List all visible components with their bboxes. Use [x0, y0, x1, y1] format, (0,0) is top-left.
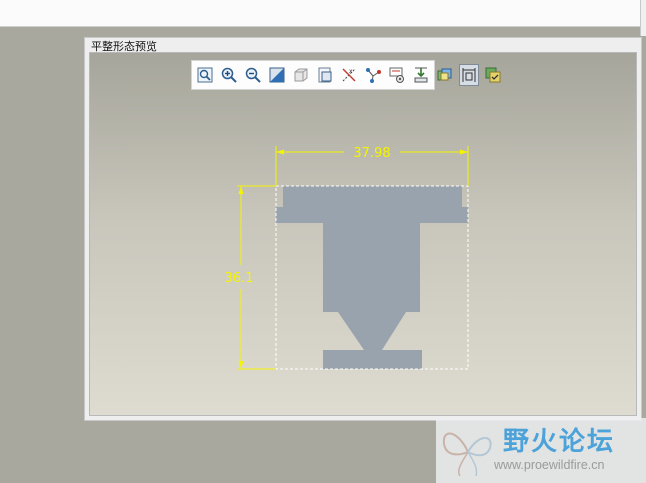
forum-name: 野火论坛: [503, 427, 616, 457]
flat-part-shape: [276, 186, 468, 369]
butterfly-logo-icon: [442, 432, 492, 477]
forum-url: www.proewildfire.cn: [494, 458, 605, 472]
watermark: 野火论坛 www.proewildfire.cn: [436, 418, 646, 483]
scrollbar[interactable]: [640, 0, 646, 36]
flat-state-preview-window: 平整形态预览 x 37.98 36.1: [84, 37, 642, 421]
height-dimension-label: 36.1: [225, 271, 254, 286]
part-drawing: 37.98 36.1: [225, 146, 469, 370]
preview-viewport[interactable]: x 37.98 36.1: [89, 52, 637, 416]
width-dimension-label: 37.98: [353, 146, 390, 161]
top-bar: [0, 0, 640, 27]
